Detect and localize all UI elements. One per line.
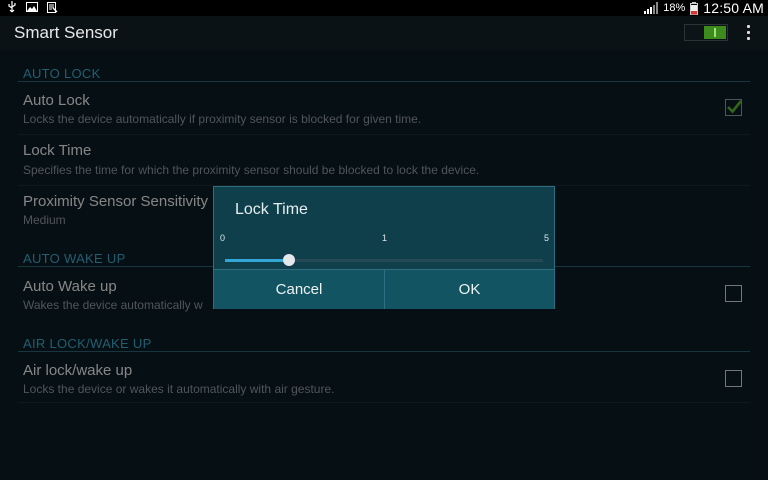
slider-fill (225, 259, 289, 262)
overflow-menu-icon[interactable] (743, 25, 753, 43)
lock-time-dialog: Lock Time 0 1 5 Cancel OK (213, 186, 555, 309)
battery-percent: 18% (663, 2, 686, 14)
auto-wake-title: Auto Wake up (23, 278, 117, 295)
section-divider (18, 81, 750, 82)
slider-thumb[interactable] (282, 254, 295, 266)
section-header-auto-wake: AUTO WAKE UP (23, 251, 126, 266)
dialog-title: Lock Time (235, 201, 308, 218)
image-icon (26, 2, 38, 12)
signal-icon (644, 2, 659, 14)
proximity-title: Proximity Sensor Sensitivity (23, 193, 209, 210)
lock-time-slider[interactable] (225, 254, 543, 266)
slider-current-label: 1 (382, 233, 388, 243)
air-lock-title: Air lock/wake up (23, 362, 133, 379)
row-divider (18, 134, 750, 135)
checkmark-icon (727, 100, 743, 114)
clock: 12:50 AM (703, 0, 764, 16)
usb-icon (8, 1, 16, 13)
auto-wake-summary: Wakes the device automatically w (23, 298, 203, 312)
auto-wake-checkbox[interactable] (725, 285, 742, 302)
master-switch[interactable] (684, 24, 728, 41)
ok-button[interactable]: OK (385, 270, 554, 309)
row-divider (18, 402, 750, 403)
proximity-summary: Medium (23, 213, 66, 227)
dialog-buttons: Cancel OK (214, 269, 554, 310)
section-divider (18, 351, 750, 352)
auto-lock-title: Auto Lock (23, 92, 90, 109)
clipboard-icon (47, 2, 58, 13)
battery-icon (690, 1, 699, 15)
app-title: Smart Sensor (14, 23, 118, 42)
section-header-auto-lock: AUTO LOCK (23, 66, 101, 81)
action-bar: Smart Sensor (0, 16, 768, 50)
lock-time-summary: Specifies the time for which the proximi… (23, 163, 480, 177)
lock-time-title: Lock Time (23, 142, 92, 159)
status-bar: 18% 12:50 AM (0, 0, 768, 16)
air-lock-summary: Locks the device or wakes it automatical… (23, 382, 335, 396)
air-lock-checkbox[interactable] (725, 370, 742, 387)
auto-lock-summary: Locks the device automatically if proxim… (23, 112, 422, 126)
section-header-air: AIR LOCK/WAKE UP (23, 336, 152, 351)
slider-min-label: 0 (220, 233, 226, 243)
switch-knob (704, 26, 726, 39)
cancel-button[interactable]: Cancel (214, 270, 385, 309)
slider-max-label: 5 (544, 233, 550, 243)
auto-lock-checkbox[interactable] (725, 99, 743, 116)
